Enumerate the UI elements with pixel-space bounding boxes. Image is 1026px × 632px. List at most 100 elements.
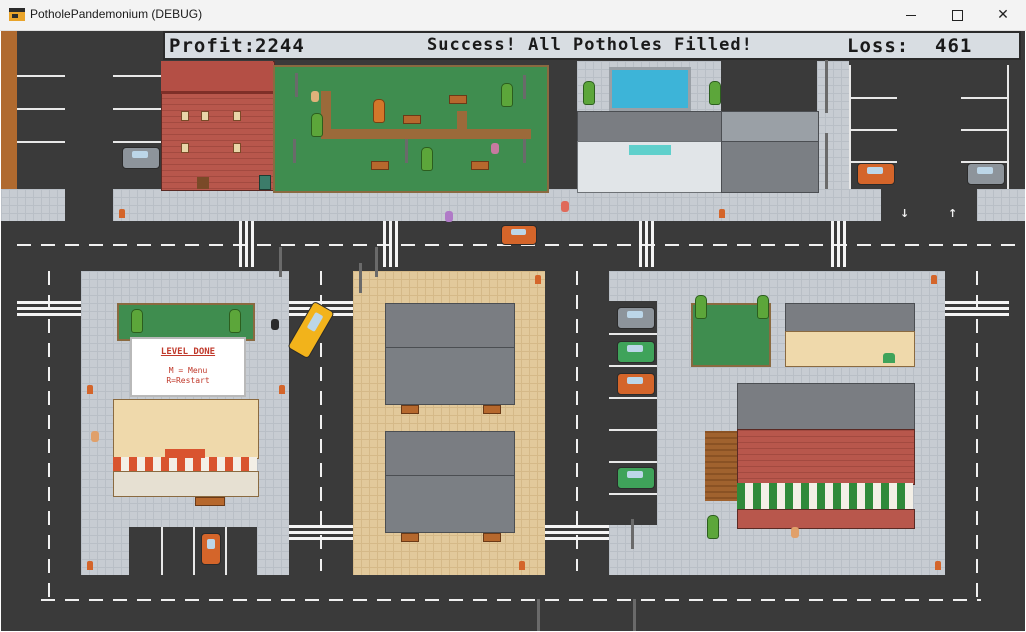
dirt-patch: [1, 31, 17, 189]
fire-hydrant: [119, 209, 125, 218]
crosswalk: [239, 221, 257, 267]
maximize-icon: [951, 9, 963, 21]
parking-edge: [849, 65, 851, 189]
maximize-button[interactable]: [934, 0, 980, 30]
minimize-button[interactable]: [888, 0, 934, 30]
parking-line: [849, 129, 897, 131]
parking-line: [193, 527, 195, 575]
tree: [131, 309, 143, 333]
parking-line: [161, 527, 163, 575]
street-lamp: [537, 599, 540, 631]
building-window: [201, 111, 209, 121]
fountain: [609, 67, 691, 111]
apartment-roof: [385, 431, 515, 477]
parked-car-gray: [122, 147, 160, 169]
shop-front: [113, 471, 259, 497]
fire-hydrant: [87, 385, 93, 394]
market-roof: [737, 383, 915, 431]
street-lamp: [295, 73, 298, 97]
tree: [707, 515, 719, 539]
parked-car-orange: [857, 163, 895, 185]
building-roof: [721, 111, 819, 143]
lane-marking: [41, 599, 981, 601]
sidewalk: [977, 189, 1025, 221]
bench: [483, 405, 501, 414]
parking-line: [609, 333, 657, 335]
crosswalk: [289, 525, 353, 543]
tree: [757, 295, 769, 319]
building-window: [233, 143, 241, 153]
sidewalk: [1, 189, 65, 221]
market-front: [737, 509, 915, 529]
crosswalk: [639, 221, 657, 267]
parked-car-orange: [617, 373, 655, 395]
building-window: [233, 111, 241, 121]
arrow-up-icon: ↑: [948, 207, 958, 220]
street-lamp: [359, 263, 362, 293]
parking-line: [609, 493, 657, 495]
tree-orange: [373, 99, 385, 123]
crosswalk: [17, 301, 81, 319]
building-window: [181, 143, 189, 153]
parked-car-orange: [201, 533, 221, 565]
parking-line: [849, 97, 897, 99]
sidewalk: [113, 189, 881, 221]
close-icon: ✕: [997, 7, 1009, 23]
parked-car-green: [617, 467, 655, 489]
profit-value: 2244: [255, 35, 305, 57]
parked-car-gray: [617, 307, 655, 329]
parking-line: [113, 141, 161, 143]
fire-hydrant: [935, 561, 941, 570]
gray-building: [721, 141, 819, 193]
tree: [501, 83, 513, 107]
fire-hydrant: [87, 561, 93, 570]
wooden-deck: [705, 431, 737, 501]
close-button[interactable]: ✕: [980, 0, 1026, 30]
billboard-menu-hint: M = Menu: [168, 366, 208, 375]
parking-line: [113, 108, 161, 110]
parking-line: [17, 141, 65, 143]
lane-marking: [48, 271, 50, 601]
game-canvas[interactable]: ↓ ↑ LEVEL DONE M = Menu R=Restart Profit…: [1, 31, 1025, 631]
street-lamp: [523, 139, 526, 163]
street-lamp: [279, 247, 282, 277]
market-awning: [737, 483, 913, 509]
tree: [229, 309, 241, 333]
tree: [583, 81, 595, 105]
arrow-down-icon: ↓: [900, 207, 910, 220]
tree: [311, 113, 323, 137]
bench: [449, 95, 467, 104]
street-lamp: [825, 133, 828, 189]
market-building: [737, 429, 915, 485]
street-lamp: [405, 139, 408, 163]
apartment-building: [385, 475, 515, 533]
minimize-icon: [906, 14, 916, 16]
parking-line: [609, 365, 657, 367]
building-roof: [785, 303, 915, 333]
traffic-car-orange: [501, 225, 537, 245]
parking-line: [961, 129, 1009, 131]
fire-hydrant: [519, 561, 525, 570]
app-icon: [9, 8, 25, 21]
pedestrian: [561, 201, 569, 212]
loss-value: 461: [935, 35, 973, 57]
tree: [709, 81, 721, 105]
level-done-billboard: LEVEL DONE M = Menu R=Restart: [130, 337, 246, 397]
tree: [421, 147, 433, 171]
street-lamp: [523, 75, 526, 99]
trash-bin: [259, 175, 271, 190]
parked-car-green: [617, 341, 655, 363]
street-lamp: [293, 139, 296, 163]
window-title: PotholePandemonium (DEBUG): [30, 7, 203, 21]
tree: [695, 295, 707, 319]
bench: [401, 533, 419, 542]
crosswalk: [383, 221, 401, 267]
parking-line: [609, 397, 657, 399]
parking-line: [609, 461, 657, 463]
fire-hydrant: [931, 275, 937, 284]
bench: [403, 115, 421, 124]
building-roof: [161, 61, 273, 94]
lane-marking: [976, 271, 978, 601]
apartment-building: [385, 347, 515, 405]
loss-label: Loss:: [847, 35, 910, 57]
